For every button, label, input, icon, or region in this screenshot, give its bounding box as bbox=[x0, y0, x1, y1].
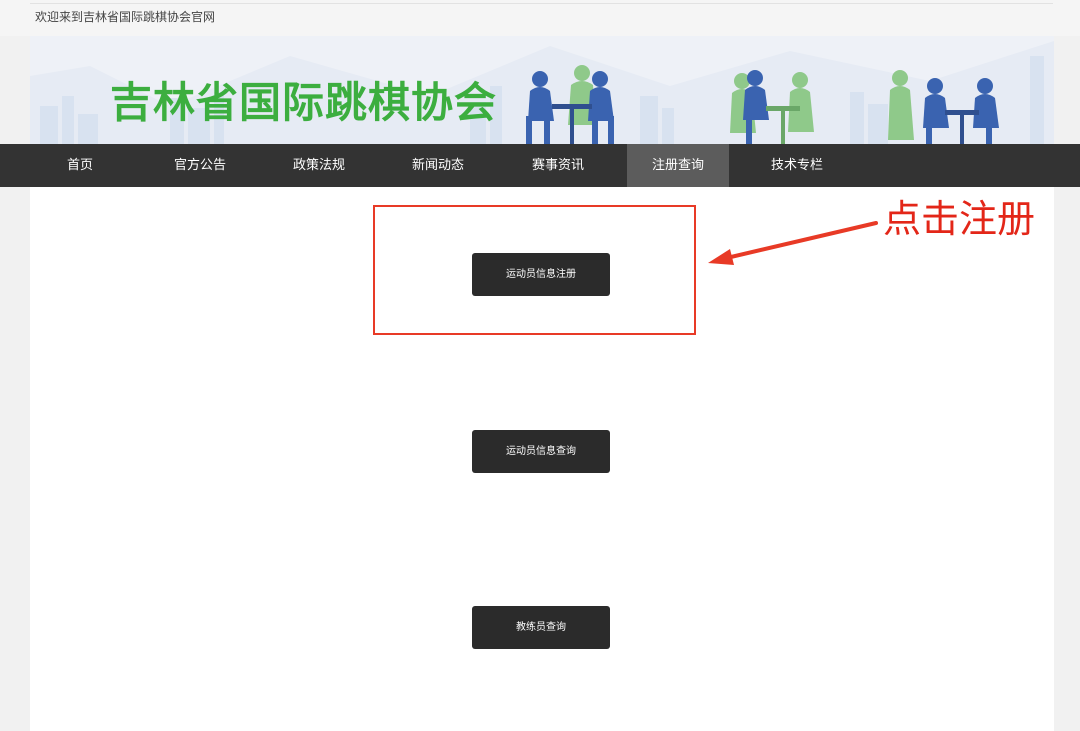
header-banner: 吉林省国际跳棋协会 bbox=[30, 36, 1054, 144]
nav-policies[interactable]: 政策法规 bbox=[269, 144, 369, 187]
annotation-callout: 点击注册 bbox=[883, 197, 1036, 241]
annotation-arrow-icon bbox=[708, 221, 878, 265]
nav-technical-column[interactable]: 技术专栏 bbox=[746, 144, 848, 187]
nav-official-announcements[interactable]: 官方公告 bbox=[150, 144, 250, 187]
nav-registration-query[interactable]: 注册查询 bbox=[627, 144, 729, 187]
coach-query-button[interactable]: 教练员查询 bbox=[472, 606, 610, 649]
top-divider bbox=[30, 3, 1053, 4]
nav-news[interactable]: 新闻动态 bbox=[388, 144, 488, 187]
top-bar: 欢迎来到吉林省国际跳棋协会官网 bbox=[0, 0, 1080, 36]
nav-home[interactable]: 首页 bbox=[30, 144, 130, 187]
nav-events[interactable]: 赛事资讯 bbox=[507, 144, 609, 187]
main-nav: 首页 官方公告 政策法规 新闻动态 赛事资讯 注册查询 技术专栏 bbox=[0, 144, 1080, 187]
site-title: 吉林省国际跳棋协会 bbox=[110, 78, 498, 127]
welcome-text: 欢迎来到吉林省国际跳棋协会官网 bbox=[35, 10, 216, 24]
annotation-highlight-box bbox=[373, 205, 696, 335]
athlete-query-button[interactable]: 运动员信息查询 bbox=[472, 430, 610, 473]
